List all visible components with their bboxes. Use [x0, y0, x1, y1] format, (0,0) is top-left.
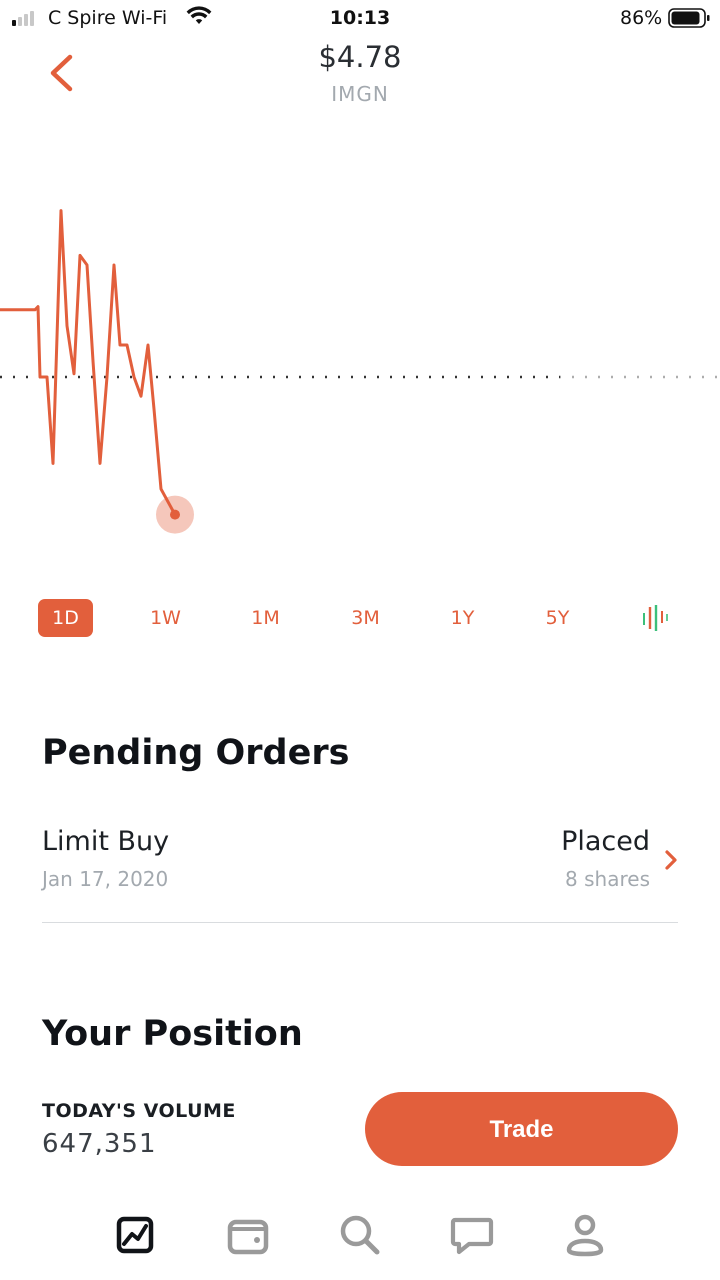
candlestick-icon[interactable]	[640, 603, 668, 633]
tab-3m[interactable]: 3M	[338, 599, 393, 637]
tab-1y[interactable]: 1Y	[435, 599, 490, 637]
tab-1d[interactable]: 1D	[38, 599, 93, 637]
nav-chart-icon[interactable]	[110, 1210, 160, 1260]
order-type: Limit Buy	[42, 826, 170, 857]
stock-price: $4.78	[318, 40, 402, 74]
battery-icon	[668, 8, 710, 28]
status-bar: C Spire Wi-Fi 10:13 86%	[0, 0, 720, 40]
price-series-line	[0, 209, 177, 516]
clock: 10:13	[329, 7, 391, 29]
todays-volume-value: 647,351	[42, 1129, 157, 1159]
trade-button[interactable]: Trade	[365, 1092, 678, 1166]
chevron-right-icon[interactable]	[660, 848, 682, 872]
tab-1m[interactable]: 1M	[238, 599, 293, 637]
nav-profile-icon[interactable]	[560, 1210, 610, 1260]
order-status: Placed	[561, 826, 650, 857]
price-chart[interactable]	[0, 150, 720, 570]
todays-volume-label: TODAY'S VOLUME	[42, 1100, 236, 1122]
pending-orders-title: Pending Orders	[42, 733, 350, 773]
nav-chat-icon[interactable]	[447, 1210, 497, 1260]
nav-search-icon[interactable]	[335, 1210, 385, 1260]
tab-5y[interactable]: 5Y	[530, 599, 585, 637]
order-date: Jan 17, 2020	[42, 867, 169, 891]
nav-wallet-icon[interactable]	[223, 1210, 273, 1260]
tab-1w[interactable]: 1W	[138, 599, 193, 637]
stock-ticker: IMGN	[331, 82, 389, 106]
divider	[42, 922, 678, 923]
battery-percent: 86%	[620, 7, 663, 29]
order-shares: 8 shares	[565, 867, 650, 891]
your-position-title: Your Position	[42, 1014, 303, 1054]
current-price-dot	[170, 509, 180, 520]
